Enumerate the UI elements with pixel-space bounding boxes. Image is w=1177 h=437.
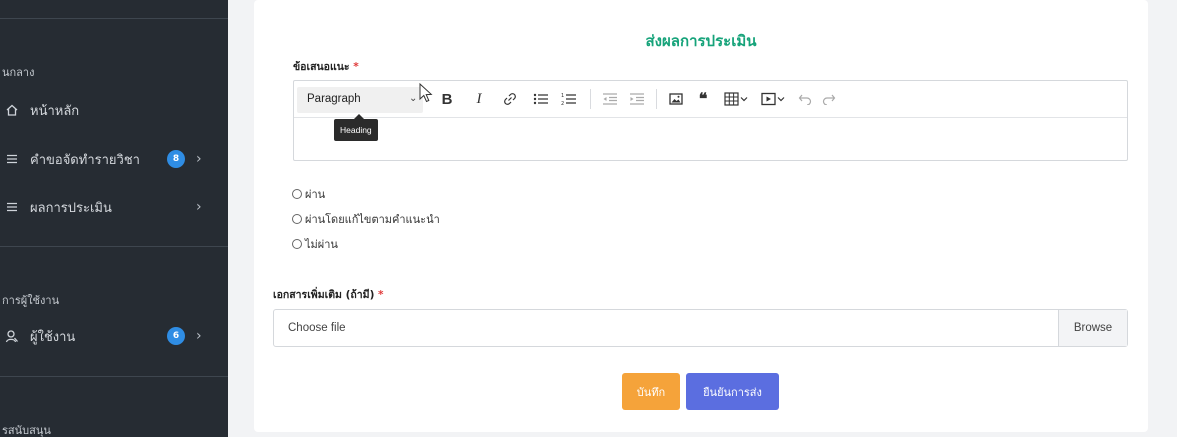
mouse-cursor-icon (419, 83, 433, 103)
attachment-label: เอกสารเพิ่มเติม (ถ้ามี) * (273, 286, 384, 303)
sidebar-item-home[interactable]: หน้าหลัก (0, 93, 228, 127)
attachment-label-text: เอกสารเพิ่มเติม (ถ้ามี) (273, 289, 375, 301)
required-mark: * (378, 289, 384, 301)
bulleted-list-icon[interactable] (532, 90, 550, 108)
link-icon[interactable] (502, 90, 518, 108)
svg-text:2: 2 (561, 101, 564, 106)
sidebar-item-label: คำขอจัดทำรายวิชา (30, 152, 140, 168)
chevron-right-icon: › (196, 151, 202, 167)
suggestion-label-text: ข้อเสนอแนะ (293, 61, 350, 73)
sidebar-item-label: ผลการประเมิน (30, 200, 112, 216)
page-title: ส่งผลการประเมิน (645, 32, 757, 50)
submit-button[interactable]: ยืนยันการส่ง (686, 373, 779, 410)
bold-icon[interactable]: B (439, 90, 455, 108)
svg-text:1: 1 (561, 93, 564, 99)
count-badge: 6 (167, 327, 185, 345)
numbered-list-icon[interactable]: 12 (560, 90, 578, 108)
radio-label: ผ่าน (305, 188, 326, 201)
radio-circle-icon (292, 189, 302, 199)
list-icon (4, 199, 20, 215)
home-icon (4, 102, 20, 118)
save-button[interactable]: บันทึก (622, 373, 680, 410)
toolbar-separator (656, 89, 657, 109)
sidebar-section-main: นกลาง (2, 66, 35, 79)
radio-label: ไม่ผ่าน (305, 238, 338, 251)
indent-icon[interactable] (628, 90, 646, 108)
undo-icon[interactable] (797, 90, 813, 108)
suggestion-label: ข้อเสนอแนะ * (293, 58, 359, 75)
media-icon[interactable] (760, 90, 788, 108)
image-icon[interactable] (668, 90, 684, 108)
chevron-right-icon: › (196, 328, 202, 344)
radio-pass-with-revision[interactable]: ผ่านโดยแก้ไขตามคำแนะนำ (292, 210, 440, 228)
editor-content-area[interactable] (294, 118, 1127, 160)
sidebar-section-users: การผู้ใช้งาน (2, 294, 60, 307)
sidebar-divider (0, 18, 228, 19)
italic-icon[interactable]: I (472, 90, 486, 108)
chevron-right-icon: › (196, 199, 202, 215)
browse-button[interactable]: Browse (1058, 310, 1127, 346)
user-icon (4, 328, 20, 344)
radio-fail[interactable]: ไม่ผ่าน (292, 235, 338, 253)
radio-circle-icon (292, 239, 302, 249)
sidebar: นกลาง หน้าหลัก คำขอจัดทำรายวิชา 8 › ผลกา… (0, 0, 228, 437)
required-mark: * (353, 61, 359, 73)
count-badge: 8 (167, 150, 185, 168)
sidebar-divider (0, 376, 228, 377)
blockquote-icon[interactable]: ❝ (695, 90, 711, 108)
sidebar-item-users[interactable]: ผู้ใช้งาน 6 › (0, 319, 228, 353)
file-input-placeholder: Choose file (288, 322, 346, 334)
sidebar-item-label: ผู้ใช้งาน (30, 329, 76, 345)
radio-label: ผ่านโดยแก้ไขตามคำแนะนำ (305, 213, 440, 226)
sidebar-item-evaluation-results[interactable]: ผลการประเมิน › (0, 190, 228, 224)
tooltip: Heading (334, 114, 378, 141)
format-select[interactable]: Paragraph ⌄ (297, 87, 423, 113)
sidebar-section-support: รสนับสนุน (2, 424, 51, 437)
radio-pass[interactable]: ผ่าน (292, 185, 325, 203)
chevron-down-icon: ⌄ (409, 93, 418, 104)
radio-circle-icon (292, 214, 302, 224)
sidebar-item-label: หน้าหลัก (30, 103, 80, 119)
list-icon (4, 151, 20, 167)
outdent-icon[interactable] (601, 90, 619, 108)
table-icon[interactable] (723, 90, 751, 108)
sidebar-divider (0, 246, 228, 247)
toolbar-separator (590, 89, 591, 109)
redo-icon[interactable] (821, 90, 837, 108)
sidebar-item-course-requests[interactable]: คำขอจัดทำรายวิชา 8 › (0, 142, 228, 176)
format-select-value: Paragraph (307, 93, 361, 105)
file-input[interactable]: Choose file Browse (273, 309, 1128, 347)
